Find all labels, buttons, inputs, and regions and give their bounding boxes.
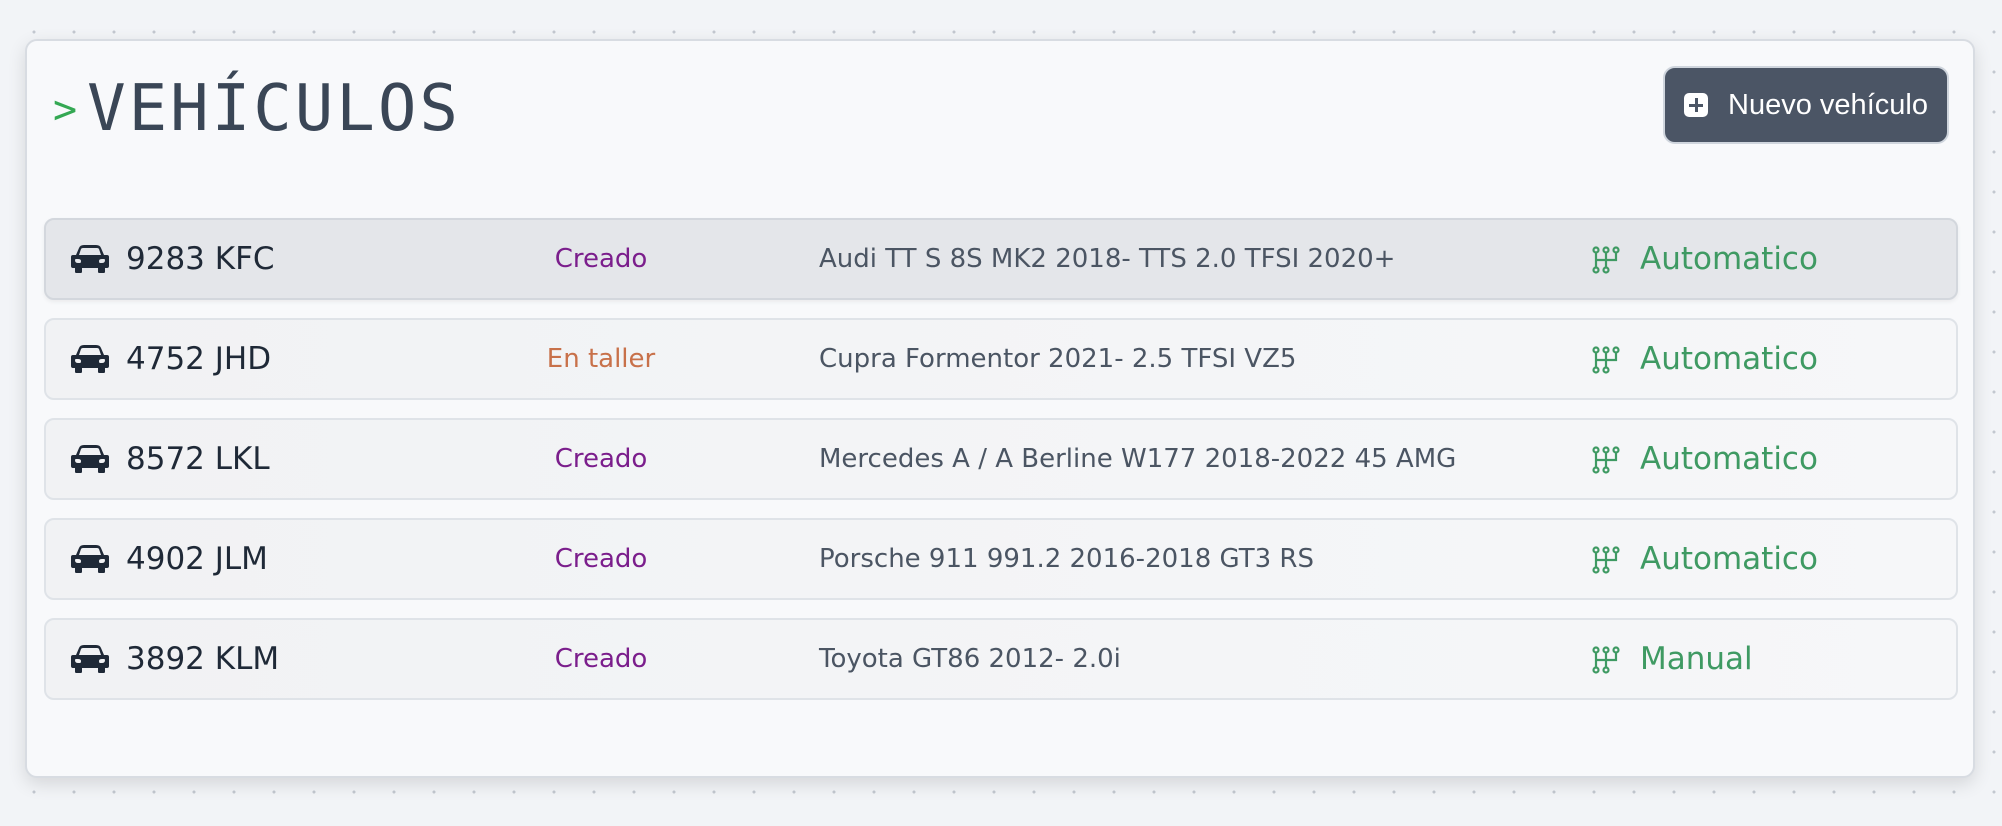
status-badge: Creado bbox=[554, 544, 648, 574]
gear-shift-icon bbox=[1592, 546, 1620, 574]
new-vehicle-button[interactable]: Nuevo vehículo bbox=[1663, 66, 1949, 144]
vehicle-model: Cupra Formentor 2021- 2.5 TFSI VZ5 bbox=[819, 344, 1297, 374]
vehicle-plate: 8572 LKL bbox=[126, 441, 270, 477]
vehicle-row[interactable]: 4902 JLM Creado Porsche 911 991.2 2016-2… bbox=[44, 518, 1958, 600]
new-vehicle-button-label: Nuevo vehículo bbox=[1728, 88, 1928, 121]
prompt-chevron-icon: > bbox=[53, 87, 78, 133]
transmission-type: Manual bbox=[1640, 641, 1753, 677]
transmission-type: Automatico bbox=[1640, 441, 1818, 477]
gear-shift-icon bbox=[1592, 646, 1620, 674]
status-badge: Creado bbox=[554, 244, 648, 274]
car-icon bbox=[71, 445, 109, 473]
status-badge: Creado bbox=[554, 644, 648, 674]
car-icon bbox=[71, 245, 109, 273]
vehicle-row[interactable]: 9283 KFC Creado Audi TT S 8S MK2 2018- T… bbox=[44, 218, 1958, 300]
status-badge: Creado bbox=[554, 444, 648, 474]
vehicle-row[interactable]: 3892 KLM Creado Toyota GT86 2012- 2.0i M… bbox=[44, 618, 1958, 700]
car-icon bbox=[71, 645, 109, 673]
page-title: VEHÍCULOS bbox=[87, 72, 461, 146]
vehicle-model: Porsche 911 991.2 2016-2018 GT3 RS bbox=[819, 544, 1314, 574]
vehicle-plate: 4902 JLM bbox=[126, 541, 268, 577]
car-icon bbox=[71, 345, 109, 373]
transmission-type: Automatico bbox=[1640, 341, 1818, 377]
page-header: > VEHÍCULOS bbox=[53, 69, 461, 149]
vehicle-list: 9283 KFC Creado Audi TT S 8S MK2 2018- T… bbox=[44, 218, 1958, 718]
vehicle-model: Mercedes A / A Berline W177 2018-2022 45… bbox=[819, 444, 1457, 474]
gear-shift-icon bbox=[1592, 246, 1620, 274]
gear-shift-icon bbox=[1592, 446, 1620, 474]
vehicle-plate: 3892 KLM bbox=[126, 641, 280, 677]
car-icon bbox=[71, 545, 109, 573]
vehicle-plate: 9283 KFC bbox=[126, 241, 275, 277]
vehicle-row[interactable]: 8572 LKL Creado Mercedes A / A Berline W… bbox=[44, 418, 1958, 500]
status-badge: En taller bbox=[546, 344, 656, 374]
transmission-type: Automatico bbox=[1640, 541, 1818, 577]
vehicle-plate: 4752 JHD bbox=[126, 341, 272, 377]
vehicle-model: Audi TT S 8S MK2 2018- TTS 2.0 TFSI 2020… bbox=[819, 244, 1396, 274]
vehicles-panel: > VEHÍCULOS Nuevo vehículo 9283 KFC Crea… bbox=[25, 39, 1975, 778]
gear-shift-icon bbox=[1592, 346, 1620, 374]
vehicle-row[interactable]: 4752 JHD En taller Cupra Formentor 2021-… bbox=[44, 318, 1958, 400]
transmission-type: Automatico bbox=[1640, 241, 1818, 277]
vehicle-model: Toyota GT86 2012- 2.0i bbox=[819, 644, 1121, 674]
plus-square-icon bbox=[1684, 93, 1709, 117]
